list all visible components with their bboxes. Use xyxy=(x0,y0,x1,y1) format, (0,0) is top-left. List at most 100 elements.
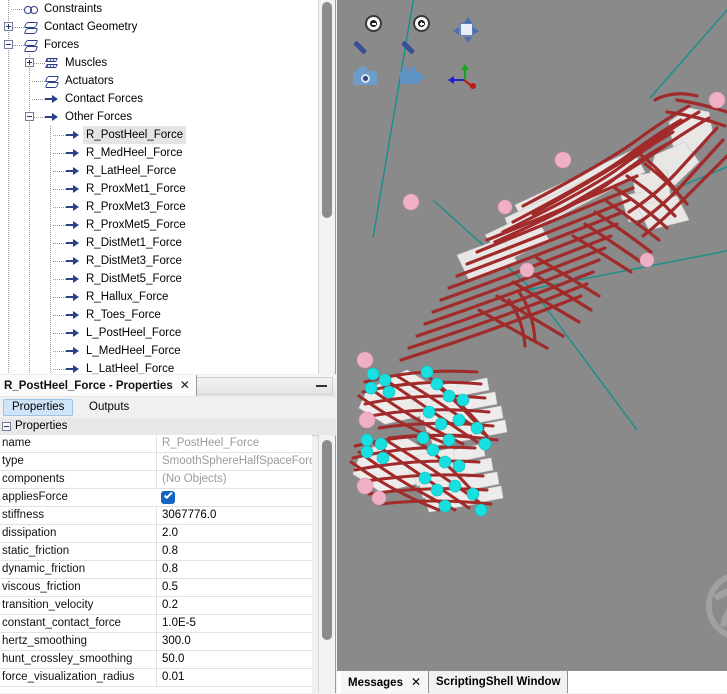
properties-scrollbar[interactable] xyxy=(318,435,335,693)
collapse-icon[interactable] xyxy=(25,112,34,121)
tree-item-label: R_MedHeel_Force xyxy=(86,147,183,159)
tree-guide-line xyxy=(8,342,9,360)
tree-item-contact-geometry[interactable]: Contact Geometry xyxy=(0,18,312,36)
property-row[interactable]: hunt_crossley_smoothing 50.0 xyxy=(0,651,312,669)
tree-guide-line xyxy=(50,180,51,198)
property-row[interactable]: name R_PostHeel_Force xyxy=(0,435,312,453)
property-row[interactable]: components (No Objects) xyxy=(0,471,312,489)
navigator-scrollbar[interactable] xyxy=(318,0,335,374)
property-row[interactable]: type SmoothSphereHalfSpaceForce xyxy=(0,453,312,471)
minimize-icon[interactable] xyxy=(316,385,327,387)
tab-properties[interactable]: Properties xyxy=(3,399,74,416)
properties-group-header[interactable]: Properties xyxy=(0,418,336,436)
tree-guide-line xyxy=(8,216,9,234)
property-key: constant_contact_force xyxy=(2,617,121,629)
tree-item-muscles[interactable]: Muscles xyxy=(0,54,312,72)
tree-item-r-distmet5-force[interactable]: R_DistMet5_Force xyxy=(0,270,312,288)
tree-item-r-proxmet1-force[interactable]: R_ProxMet1_Force xyxy=(0,180,312,198)
property-row[interactable]: appliesForce xyxy=(0,489,312,507)
close-icon[interactable]: ✕ xyxy=(180,375,190,396)
property-value[interactable]: 1.0E-5 xyxy=(156,615,312,632)
tree-item-label: Contact Forces xyxy=(65,93,143,105)
property-value[interactable]: 0.2 xyxy=(156,597,312,614)
collapse-icon[interactable] xyxy=(2,422,11,431)
magnifier-minus-icon xyxy=(352,14,384,55)
tree-item-constraints[interactable]: Constraints xyxy=(0,0,312,18)
tree-item-r-postheel-force[interactable]: R_PostHeel_Force xyxy=(0,126,312,144)
tree-item-r-hallux-force[interactable]: R_Hallux_Force xyxy=(0,288,312,306)
collapse-icon[interactable] xyxy=(4,40,13,49)
property-value: (No Objects) xyxy=(156,471,312,488)
output-tab-messages[interactable]: Messages ✕ xyxy=(341,671,430,693)
tree-item-forces[interactable]: Forces xyxy=(0,36,312,54)
tree-guide-line xyxy=(32,81,45,82)
contact-geometry-icon xyxy=(24,21,38,34)
expand-icon[interactable] xyxy=(4,22,13,31)
tree-item-r-proxmet3-force[interactable]: R_ProxMet3_Force xyxy=(0,198,312,216)
tree-item-label: R_ProxMet5_Force xyxy=(86,219,186,231)
property-value[interactable]: 0.8 xyxy=(156,543,312,560)
property-value[interactable]: 0.5 xyxy=(156,579,312,596)
property-value[interactable]: 300.0 xyxy=(156,633,312,650)
tree-guide-line xyxy=(29,198,30,216)
property-key: dynamic_friction xyxy=(2,563,86,575)
navigator-scrollbar-thumb[interactable] xyxy=(322,2,332,218)
checkbox-checked-icon[interactable] xyxy=(161,491,175,504)
property-row[interactable]: constant_contact_force 1.0E-5 xyxy=(0,615,312,633)
tree-guide-line xyxy=(29,234,30,252)
property-row[interactable]: transition_velocity 0.2 xyxy=(0,597,312,615)
tree-item-r-medheel-force[interactable]: R_MedHeel_Force xyxy=(0,144,312,162)
tree-item-label: R_PostHeel_Force xyxy=(83,126,187,144)
tree-item-r-latheel-force[interactable]: R_LatHeel_Force xyxy=(0,162,312,180)
property-row[interactable]: static_friction 0.8 xyxy=(0,543,312,561)
tree-item-l-medheel-force[interactable]: L_MedHeel_Force xyxy=(0,342,312,360)
toggle-axes-button[interactable] xyxy=(443,58,483,98)
property-value[interactable]: 0.01 xyxy=(156,669,312,686)
tree-guide-line xyxy=(50,252,51,270)
tree-item-label: Actuators xyxy=(65,75,114,87)
tree-item-r-distmet3-force[interactable]: R_DistMet3_Force xyxy=(0,252,312,270)
property-value[interactable]: 3067776.0 xyxy=(156,507,312,524)
property-key: stiffness xyxy=(2,509,44,521)
expand-icon[interactable] xyxy=(25,58,34,67)
tree-item-l-postheel-force[interactable]: L_PostHeel_Force xyxy=(0,324,312,342)
property-row[interactable]: dissipation 2.0 xyxy=(0,525,312,543)
properties-table[interactable]: name R_PostHeel_Force type SmoothSphereHalf… xyxy=(0,435,312,693)
zoom-in-button[interactable] xyxy=(395,10,435,55)
output-tab-scriptingshell-window[interactable]: ScriptingShell Window xyxy=(429,671,569,693)
property-value[interactable]: 2.0 xyxy=(156,525,312,542)
tree-item-r-toes-force[interactable]: R_Toes_Force xyxy=(0,306,312,324)
properties-window-title: R_PostHeel_Force - Properties xyxy=(4,379,173,392)
tree-item-contact-forces[interactable]: Contact Forces xyxy=(0,90,312,108)
tree-item-actuators[interactable]: Actuators xyxy=(0,72,312,90)
tab-outputs[interactable]: Outputs xyxy=(81,399,137,416)
tree-guide-line xyxy=(29,288,30,306)
tree-item-r-distmet1-force[interactable]: R_DistMet1_Force xyxy=(0,234,312,252)
zoom-out-button[interactable] xyxy=(347,10,387,55)
model-viewport-3d[interactable] xyxy=(337,0,727,665)
fit-to-window-button[interactable] xyxy=(445,10,485,50)
properties-scrollbar-thumb[interactable] xyxy=(322,440,332,640)
property-row[interactable]: dynamic_friction 0.8 xyxy=(0,561,312,579)
property-row[interactable]: viscous_friction 0.5 xyxy=(0,579,312,597)
tree-guide-line xyxy=(50,270,51,288)
tree-item-l-latheel-force[interactable]: L_LatHeel_Force xyxy=(0,360,312,374)
tree-guide-line xyxy=(53,315,66,316)
property-value[interactable]: 0.8 xyxy=(156,561,312,578)
tree-item-other-forces[interactable]: Other Forces xyxy=(0,108,312,126)
tree-guide-line xyxy=(53,261,66,262)
property-value[interactable]: 50.0 xyxy=(156,651,312,668)
snapshot-button[interactable] xyxy=(347,58,387,98)
property-row[interactable]: hertz_smoothing 300.0 xyxy=(0,633,312,651)
xyz-axes-icon xyxy=(448,64,477,89)
properties-window-tab[interactable]: R_PostHeel_Force - Properties ✕ xyxy=(0,375,197,396)
property-row[interactable]: stiffness 3067776.0 xyxy=(0,507,312,525)
tree-guide-line xyxy=(8,288,9,306)
tree-guide-line xyxy=(50,342,51,360)
record-movie-button[interactable] xyxy=(395,58,435,98)
navigator-panel: Constraints Contact Geometry Forces Muscles… xyxy=(0,0,336,374)
close-icon[interactable]: ✕ xyxy=(411,671,421,693)
tree-item-r-proxmet5-force[interactable]: R_ProxMet5_Force xyxy=(0,216,312,234)
model-tree[interactable]: Constraints Contact Geometry Forces Muscles… xyxy=(0,0,312,374)
property-row[interactable]: force_visualization_radius 0.01 xyxy=(0,669,312,687)
